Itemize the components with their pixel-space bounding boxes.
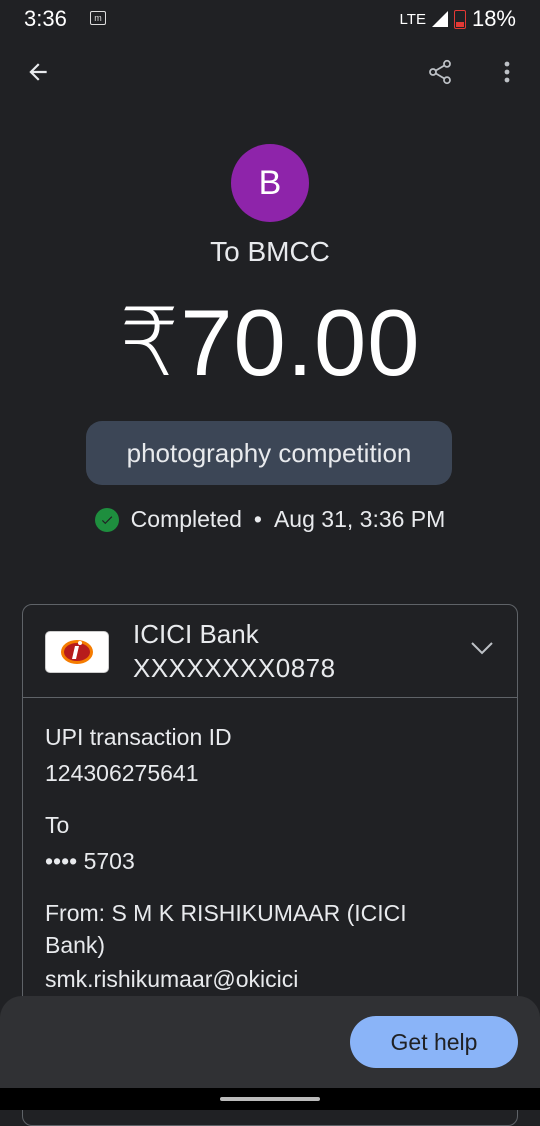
- status-text: Completed: [130, 506, 242, 532]
- upi-id-value: 124306275641: [45, 760, 199, 786]
- from-label-cont: Bank): [45, 932, 106, 958]
- share-button[interactable]: [418, 50, 462, 94]
- to-value: •••• 5703: [45, 848, 135, 874]
- battery-icon: [453, 9, 466, 29]
- status-separator: •: [253, 506, 262, 532]
- from-label: From: S M K RISHIKUMAAR (ICICI: [45, 900, 407, 926]
- signal-icon: [431, 11, 448, 27]
- top-app-bar: [0, 40, 540, 104]
- to-label: To: [45, 812, 70, 838]
- notification-icon: m: [90, 11, 106, 25]
- from-value: smk.rishikumaar@okicici: [45, 966, 299, 992]
- status-datetime: Aug 31, 3:36 PM: [273, 506, 446, 532]
- icici-logo-icon: [45, 631, 109, 673]
- bottom-action-bar: Get help: [0, 996, 540, 1088]
- more-vert-icon: [504, 61, 510, 83]
- bank-account-number: XXXXXXXX0878: [133, 653, 336, 683]
- amount: ₹70.00: [119, 290, 421, 395]
- bank-account-row[interactable]: ICICI Bank XXXXXXXX0878: [23, 605, 517, 698]
- share-icon: [429, 59, 451, 85]
- transaction-status: Completed • Aug 31, 3:36 PM: [0, 506, 540, 533]
- navigation-bar: [0, 1088, 540, 1110]
- payee-avatar: B: [231, 144, 309, 222]
- status-indicators: LTE 18%: [400, 6, 516, 32]
- upi-id-label: UPI transaction ID: [45, 724, 232, 750]
- back-arrow-icon: [29, 63, 47, 81]
- check-icon: [94, 507, 119, 532]
- payee-title: To BMCC: [210, 236, 330, 267]
- back-button[interactable]: [16, 50, 60, 94]
- payment-note: photography competition: [86, 421, 452, 485]
- bank-name: ICICI Bank: [133, 619, 259, 649]
- gesture-handle[interactable]: [220, 1097, 320, 1101]
- chevron-down-icon: [471, 642, 493, 655]
- status-time: 3:36: [24, 6, 67, 31]
- battery-percent: 18%: [471, 6, 516, 31]
- status-bar: 3:36 m LTE 18%: [0, 0, 540, 36]
- network-type: LTE: [399, 10, 426, 28]
- get-help-button[interactable]: Get help: [350, 1016, 518, 1068]
- more-options-button[interactable]: [485, 50, 529, 94]
